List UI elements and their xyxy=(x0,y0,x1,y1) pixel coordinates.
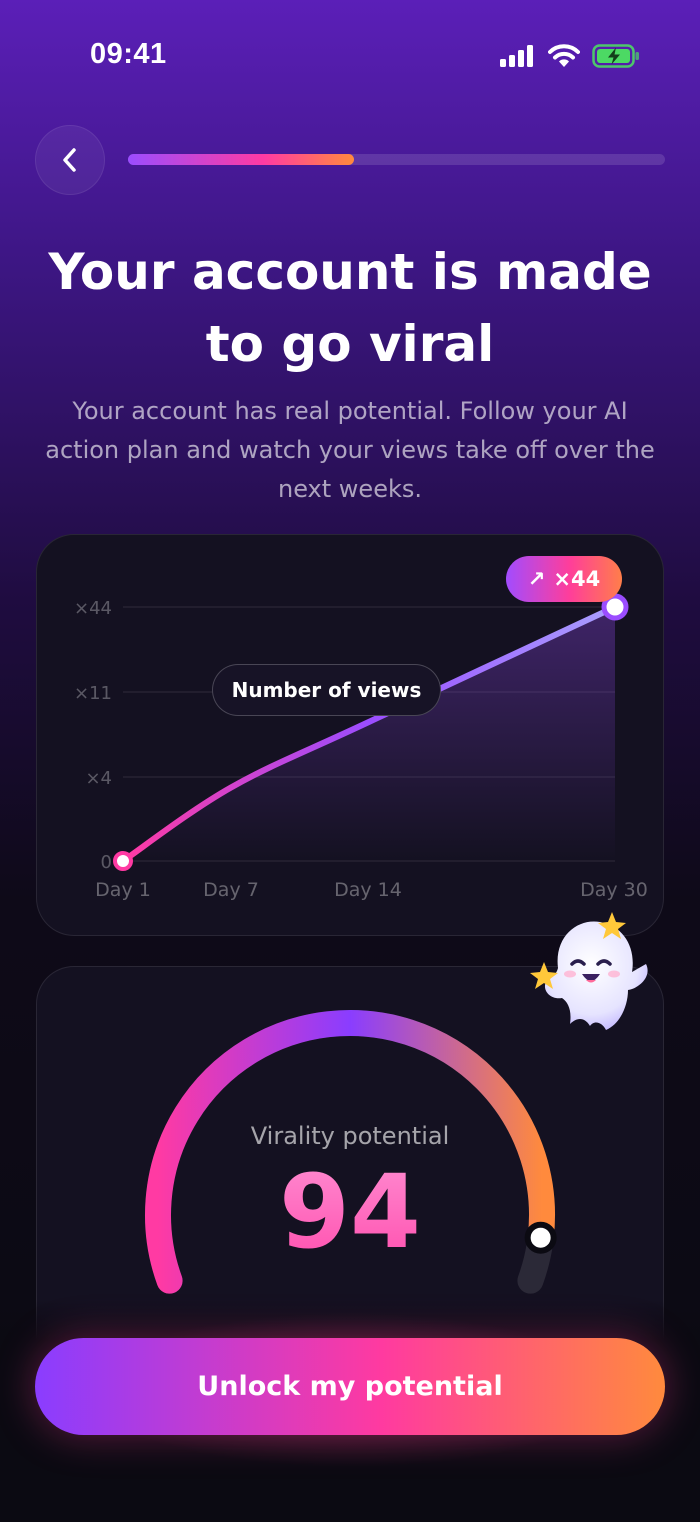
virality-gauge xyxy=(145,1010,557,1294)
ghost-mascot-icon xyxy=(530,912,648,1030)
gauge-value: 94 xyxy=(0,1158,700,1268)
gauge-label: Virality potential xyxy=(250,1122,450,1150)
unlock-potential-button[interactable]: Unlock my potential xyxy=(35,1338,665,1435)
